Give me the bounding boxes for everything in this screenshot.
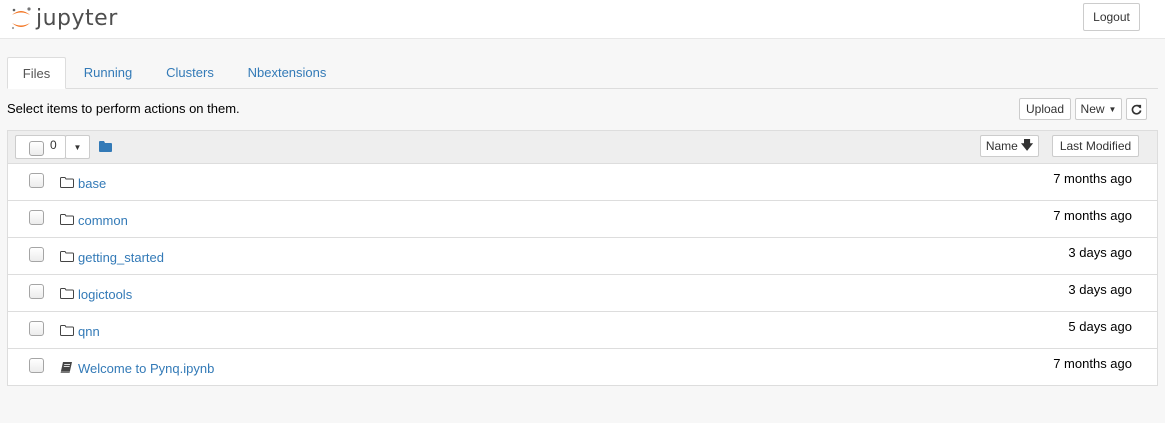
- file-list: 0 ▼ Name 🡇 Last Modified base 7 months a…: [7, 130, 1158, 386]
- top-header: jupyter Logout: [0, 0, 1165, 39]
- tab-files[interactable]: Files: [7, 57, 66, 89]
- modified-time: 3 days ago: [1068, 282, 1132, 297]
- folder-outline-icon: [60, 214, 74, 225]
- item-link[interactable]: logictools: [78, 287, 132, 302]
- item-link[interactable]: qnn: [78, 324, 100, 339]
- name-sort-label: Name: [985, 139, 1018, 153]
- refresh-icon: [1131, 104, 1142, 115]
- file-row[interactable]: logictools 3 days ago: [8, 275, 1157, 312]
- modified-time: 7 months ago: [1053, 356, 1132, 371]
- folder-icon[interactable]: [99, 141, 112, 152]
- row-checkbox[interactable]: [29, 358, 44, 373]
- tab-clusters[interactable]: Clusters: [154, 57, 226, 88]
- file-row[interactable]: common 7 months ago: [8, 201, 1157, 238]
- sort-by-name-button[interactable]: Name 🡇: [980, 135, 1039, 157]
- logo-text: jupyter: [36, 5, 118, 31]
- item-link[interactable]: common: [78, 213, 128, 228]
- select-all-checkbox[interactable]: [29, 140, 44, 156]
- item-link[interactable]: Welcome to Pynq.ipynb: [78, 361, 214, 376]
- modified-time: 7 months ago: [1053, 208, 1132, 223]
- row-checkbox[interactable]: [29, 284, 44, 299]
- notebook-icon: [60, 362, 72, 373]
- folder-outline-icon: [60, 325, 74, 336]
- caret-down-icon: ▼: [73, 142, 82, 152]
- folder-outline-icon: [60, 251, 74, 262]
- logout-button[interactable]: Logout: [1083, 3, 1140, 31]
- selection-hint: Select items to perform actions on them.: [7, 101, 240, 116]
- modified-time: 7 months ago: [1053, 171, 1132, 186]
- modified-time: 5 days ago: [1068, 319, 1132, 334]
- selected-count: 0: [50, 137, 57, 152]
- item-link[interactable]: base: [78, 176, 106, 191]
- upload-button[interactable]: Upload: [1019, 98, 1071, 120]
- file-row[interactable]: qnn 5 days ago: [8, 312, 1157, 349]
- row-checkbox[interactable]: [29, 210, 44, 225]
- folder-outline-icon: [60, 288, 74, 299]
- item-link[interactable]: getting_started: [78, 250, 164, 265]
- folder-outline-icon: [60, 177, 74, 188]
- row-checkbox[interactable]: [29, 247, 44, 262]
- modified-time: 3 days ago: [1068, 245, 1132, 260]
- file-row[interactable]: Welcome to Pynq.ipynb 7 months ago: [8, 349, 1157, 386]
- sort-by-last-modified-button[interactable]: Last Modified: [1052, 135, 1139, 157]
- tab-nbextensions[interactable]: Nbextensions: [237, 57, 337, 88]
- new-button-label: New: [1080, 102, 1105, 116]
- new-dropdown-button[interactable]: New ▼: [1075, 98, 1122, 120]
- file-row[interactable]: getting_started 3 days ago: [8, 238, 1157, 275]
- refresh-button[interactable]: [1126, 98, 1147, 120]
- arrow-down-icon: 🡇: [1020, 137, 1034, 152]
- row-checkbox[interactable]: [29, 173, 44, 188]
- jupyter-logo[interactable]: jupyter: [10, 4, 118, 34]
- file-list-header: 0 ▼ Name 🡇 Last Modified: [8, 131, 1157, 164]
- tab-bar: Files Running Clusters Nbextensions: [7, 57, 1158, 89]
- caret-down-icon: ▼: [1108, 104, 1117, 114]
- select-dropdown-button[interactable]: ▼: [65, 135, 90, 159]
- file-row[interactable]: base 7 months ago: [8, 164, 1157, 201]
- tab-running[interactable]: Running: [73, 57, 143, 88]
- select-all-control[interactable]: 0: [15, 135, 66, 159]
- jupyter-logo-icon: [11, 7, 31, 30]
- row-checkbox[interactable]: [29, 321, 44, 336]
